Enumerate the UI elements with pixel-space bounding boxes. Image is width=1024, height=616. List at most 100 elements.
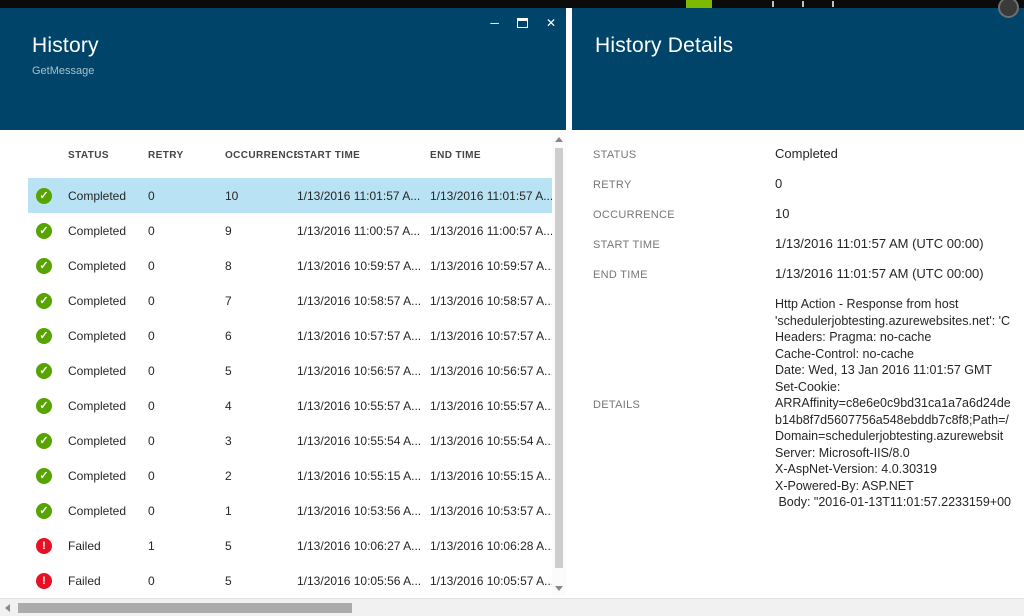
blade-subtitle: GetMessage xyxy=(32,65,95,77)
table-row[interactable]: ✓ Completed 0 1 1/13/2016 10:53:56 A... … xyxy=(28,493,566,528)
status-icon-cell: ✓ xyxy=(28,467,68,484)
table-row[interactable]: ✓ Completed 0 4 1/13/2016 10:55:57 A... … xyxy=(28,388,566,423)
cell-status: Completed xyxy=(68,398,127,413)
table-row[interactable]: ✓ Completed 0 2 1/13/2016 10:55:15 A... … xyxy=(28,458,566,493)
cell-status: Completed xyxy=(68,258,127,273)
cell-retry: 1 xyxy=(148,538,155,553)
details-label: DETAILS xyxy=(593,398,641,411)
details-line: Domain=schedulerjobtesting.azurewebsit xyxy=(775,429,1004,443)
cell-end-time: 1/13/2016 10:55:15 A... xyxy=(430,468,555,483)
blade-title: History xyxy=(32,34,99,57)
cell-end-time: 1/13/2016 10:55:57 A... xyxy=(430,398,555,413)
success-icon: ✓ xyxy=(36,222,52,239)
cell-occurrence: 6 xyxy=(225,328,232,343)
details-line: Cache-Control: no-cache xyxy=(775,346,914,361)
table-body: ✓ Completed 0 1 0 1/13/2016 11:01:57 A...… xyxy=(0,178,566,598)
detail-field-label: OCCURRENCE xyxy=(593,209,675,221)
details-line: Body: "2016-01-13T11:01:57.2233159+00 xyxy=(775,495,1011,509)
cell-retry: 0 xyxy=(148,328,155,343)
blade-title: History Details xyxy=(595,34,734,57)
detail-field-label: START TIME xyxy=(593,239,660,251)
cell-status: Completed xyxy=(68,293,127,308)
table-row[interactable]: ✓ Completed 0 8 1/13/2016 10:59:57 A... … xyxy=(28,248,566,283)
cell-occurrence: 7 xyxy=(225,293,232,308)
maximize-button[interactable] xyxy=(516,18,528,28)
cell-status: Failed xyxy=(68,573,101,588)
scroll-down-icon[interactable] xyxy=(555,586,563,591)
cell-retry: 0 xyxy=(148,503,155,518)
details-section: DETAILS Http Action - Response from host… xyxy=(593,296,1024,511)
history-blade: ─ ✕ History GetMessage STATUS RETRY OCCURR… xyxy=(0,8,566,598)
close-button[interactable]: ✕ xyxy=(546,16,556,30)
detail-field: START TIME 1/13/2016 11:01:57 AM (UTC 00… xyxy=(593,236,1024,251)
table-row[interactable]: ! Failed 0 5 1/13/2016 10:05:56 A... 1/1… xyxy=(28,563,566,598)
cell-retry: 0 xyxy=(148,398,155,413)
table-row[interactable]: ✓ Completed 0 10 1/13/2016 11:01:57 A...… xyxy=(28,178,566,213)
cell-retry: 0 xyxy=(148,258,155,273)
cell-end-time: 1/13/2016 10:59:57 A... xyxy=(430,258,555,273)
detail-field: STATUS Completed xyxy=(593,146,1024,161)
details-text: Http Action - Response from host 'schedul… xyxy=(775,296,1024,511)
cell-start-time: 1/13/2016 11:00:57 A... xyxy=(297,223,421,238)
details-line: X-AspNet-Version: 4.0.30319 xyxy=(775,462,937,476)
details-blade-body: STATUS Completed RETRY 0 OCCURRENCE 10 S… xyxy=(572,130,1024,598)
details-line: b14b8f7d5607756a548ebddb7c8f8;Path=/ xyxy=(775,412,1009,427)
cell-start-time: 1/13/2016 10:53:56 A... xyxy=(297,503,422,518)
horizontal-scrollbar[interactable] xyxy=(0,598,1024,616)
horizontal-scrollbar-thumb[interactable] xyxy=(18,603,352,613)
scroll-left-icon[interactable] xyxy=(5,604,10,612)
detail-field-value: Completed xyxy=(775,146,838,161)
detail-fields: STATUS Completed RETRY 0 OCCURRENCE 10 S… xyxy=(593,146,1024,281)
top-nav-separator xyxy=(772,1,774,7)
table-row[interactable]: ✓ Completed 0 9 1/13/2016 11:00:57 A... … xyxy=(28,213,566,248)
status-icon-cell: ✓ xyxy=(28,432,68,449)
cell-start-time: 1/13/2016 10:55:54 A... xyxy=(297,433,422,448)
table-row[interactable]: ✓ Completed 0 5 1/13/2016 10:56:57 A... … xyxy=(28,353,566,388)
table-row[interactable]: ✓ Completed 0 7 1/13/2016 10:58:57 A... … xyxy=(28,283,566,318)
detail-field: END TIME 1/13/2016 11:01:57 AM (UTC 00:0… xyxy=(593,266,1024,281)
cell-end-time: 1/13/2016 10:05:57 A... xyxy=(430,573,555,588)
details-blade-header: History Details xyxy=(572,8,1024,130)
minimize-button[interactable]: ─ xyxy=(490,16,499,30)
minimize-icon: ─ xyxy=(490,16,499,30)
cell-status: Completed xyxy=(68,503,127,518)
cell-end-time: 1/13/2016 11:01:57 A... xyxy=(430,188,554,203)
cell-start-time: 1/13/2016 10:57:57 A... xyxy=(297,328,422,343)
column-header: END TIME xyxy=(430,150,481,161)
cell-retry: 0 xyxy=(148,468,155,483)
table-row[interactable]: ✓ Completed 0 3 1/13/2016 10:55:54 A... … xyxy=(28,423,566,458)
detail-field-label: RETRY xyxy=(593,179,632,191)
vertical-scrollbar-thumb[interactable] xyxy=(555,148,563,568)
cell-retry: 0 xyxy=(148,363,155,378)
scroll-up-icon[interactable] xyxy=(555,137,563,142)
vertical-scrollbar[interactable] xyxy=(552,132,566,596)
maximize-icon xyxy=(516,18,528,28)
status-icon-cell: ✓ xyxy=(28,362,68,379)
cell-end-time: 1/13/2016 10:55:54 A... xyxy=(430,433,555,448)
history-blade-body: STATUS RETRY OCCURRENCE START TIME END TIME … xyxy=(0,130,566,598)
column-header: START TIME xyxy=(297,150,361,161)
details-line: Http Action - Response from host xyxy=(775,297,959,311)
cell-status: Completed xyxy=(68,328,127,343)
success-icon: ✓ xyxy=(36,292,52,309)
active-journey-indicator xyxy=(686,0,712,8)
column-header: RETRY xyxy=(148,150,184,161)
status-icon-cell: ✓ xyxy=(28,327,68,344)
details-line: 'schedulerjobtesting.azurewebsites.net':… xyxy=(775,313,1011,328)
cell-end-time: 1/13/2016 10:57:57 A... xyxy=(430,328,555,343)
cell-status: Completed xyxy=(68,468,127,483)
status-icon-cell: ✓ xyxy=(28,502,68,519)
cell-start-time: 1/13/2016 10:59:57 A... xyxy=(297,258,422,273)
cell-occurrence: 1 xyxy=(225,503,232,518)
cell-occurrence: 8 xyxy=(225,258,232,273)
table-row[interactable]: ! Failed 1 5 1/13/2016 10:06:27 A... 1/1… xyxy=(28,528,566,563)
success-icon: ✓ xyxy=(36,502,52,519)
history-details-blade: History Details STATUS Completed RETRY 0… xyxy=(572,8,1024,598)
history-table: STATUS RETRY OCCURRENCE START TIME END TIME … xyxy=(0,130,566,598)
top-nav-separator xyxy=(832,1,834,7)
success-icon: ✓ xyxy=(36,327,52,344)
cell-occurrence: 9 xyxy=(225,223,232,238)
details-line: ARRAffinity=c8e6e0c9bd31ca1a7a6d24de xyxy=(775,396,1011,410)
table-row[interactable]: ✓ Completed 0 6 1/13/2016 10:57:57 A... … xyxy=(28,318,566,353)
error-icon: ! xyxy=(36,537,52,554)
